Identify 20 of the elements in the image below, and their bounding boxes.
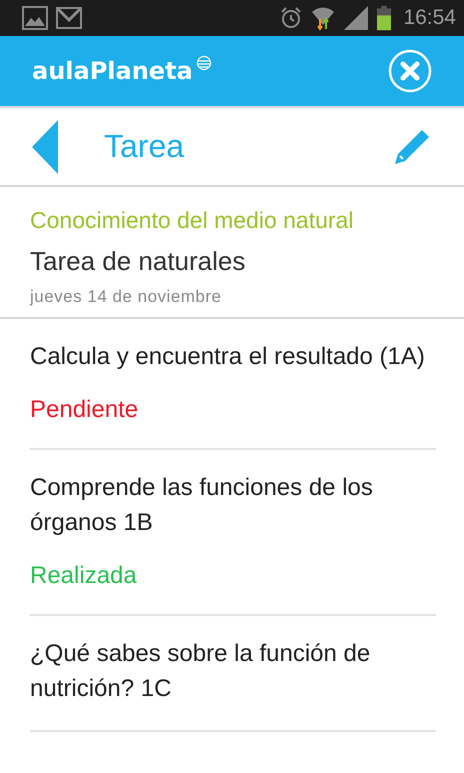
alarm-icon <box>279 6 304 30</box>
task-date: jueves 14 de noviembre <box>30 287 223 307</box>
globe-icon <box>196 55 212 71</box>
app-logo: aulaPlaneta <box>32 57 193 85</box>
mail-icon <box>56 6 82 30</box>
activity-title[interactable]: ¿Qué sabes sobre la función de nutrición? 1C <box>30 636 436 706</box>
battery-icon <box>377 5 392 31</box>
signal-icon <box>343 5 370 31</box>
clock-time: 16:54 <box>403 6 456 30</box>
activity-title[interactable]: Comprende las funciones de los órganos 1B <box>30 470 436 540</box>
wifi-icon <box>311 5 336 31</box>
task-name: Tarea de naturales <box>30 246 246 277</box>
activity-title[interactable]: Calcula y encuentra el resultado (1A) <box>30 339 436 374</box>
status-label: Realizada <box>30 562 138 590</box>
close-button[interactable] <box>388 49 432 93</box>
back-button[interactable] <box>32 120 60 174</box>
page-title: Tarea <box>104 128 186 165</box>
subject-label: Conocimiento del medio natural <box>30 207 354 234</box>
status-label: Pendiente <box>30 396 140 424</box>
image-icon <box>22 6 48 30</box>
